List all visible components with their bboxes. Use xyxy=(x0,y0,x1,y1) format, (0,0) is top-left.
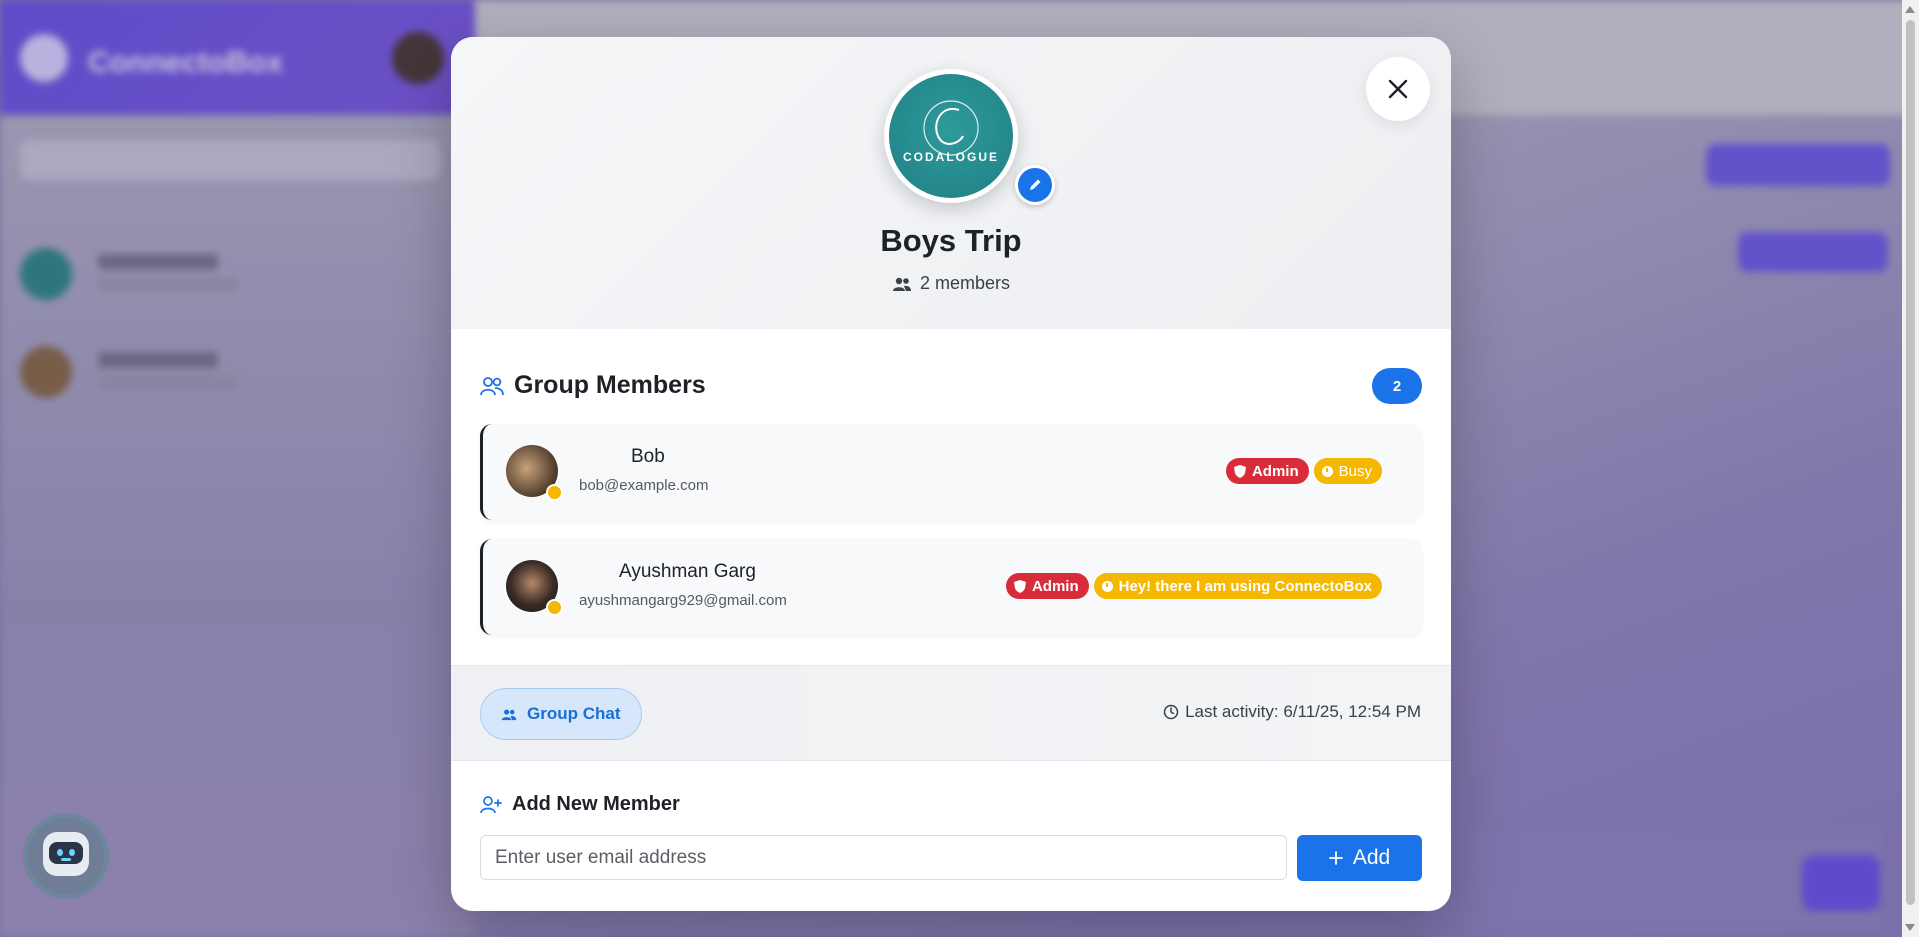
clock-icon xyxy=(1101,580,1113,592)
clock-icon xyxy=(1163,704,1179,720)
member-badges: Admin Hey! there I am using ConnectoBox xyxy=(1005,573,1382,599)
group-meta-bar: Group Chat Last activity: 6/11/25, 12:54… xyxy=(451,665,1451,761)
members-count-badge: 2 xyxy=(1372,368,1422,404)
member-name: Bob xyxy=(631,446,665,467)
clock-icon xyxy=(1321,465,1333,477)
status-badge: Hey! there I am using ConnectoBox xyxy=(1093,573,1382,599)
role-badge: Admin xyxy=(1225,458,1309,484)
group-chat-chip[interactable]: Group Chat xyxy=(480,688,642,740)
pencil-icon xyxy=(1030,179,1041,190)
status-indicator xyxy=(546,599,563,616)
scroll-down-arrow[interactable] xyxy=(1905,924,1915,931)
shield-icon xyxy=(1233,464,1246,478)
group-logo-text: CODALOGUE xyxy=(903,150,999,164)
member-badges: Admin Busy xyxy=(1225,458,1382,484)
chatbot-launcher[interactable] xyxy=(28,818,104,894)
user-plus-icon xyxy=(480,795,502,813)
plus-icon xyxy=(1328,851,1343,865)
member-email-input[interactable] xyxy=(480,835,1287,880)
group-members-icon xyxy=(480,376,504,395)
page-scrollbar[interactable] xyxy=(1902,0,1919,937)
member-email: ayushmangarg929@gmail.com xyxy=(579,592,787,609)
group-members-header: Group Members xyxy=(480,371,706,400)
edit-avatar-button[interactable] xyxy=(1015,165,1055,205)
member-count: 2 members xyxy=(451,273,1451,294)
member-count-label: 2 members xyxy=(919,273,1011,293)
scroll-up-arrow[interactable] xyxy=(1905,6,1915,13)
group-members-title: Group Members xyxy=(514,371,706,399)
group-name: Boys Trip xyxy=(880,223,1022,258)
status-badge: Busy xyxy=(1313,458,1382,484)
member-name: Ayushman Garg xyxy=(619,561,756,582)
last-activity: Last activity: 6/11/25, 12:54 PM xyxy=(1163,702,1421,722)
close-icon xyxy=(1388,79,1408,99)
member-email: bob@example.com xyxy=(579,477,709,494)
group-info-modal: CODALOGUE Boys Trip 2 members Group Memb… xyxy=(451,37,1451,911)
member-card[interactable]: Ayushman Garg ayushmangarg929@gmail.com … xyxy=(480,539,1422,635)
group-logo xyxy=(923,100,979,156)
add-member-header: Add New Member xyxy=(480,793,680,816)
add-member-title: Add New Member xyxy=(512,793,680,815)
bot-icon xyxy=(43,832,89,876)
add-member-button[interactable]: Add xyxy=(1297,835,1422,881)
last-activity-text: Last activity: 6/11/25, 12:54 PM xyxy=(1185,702,1421,721)
scroll-thumb[interactable] xyxy=(1906,20,1915,905)
shield-icon xyxy=(1013,579,1026,593)
member-card[interactable]: Bob bob@example.com Admin Busy xyxy=(480,424,1422,520)
group-avatar: CODALOGUE xyxy=(884,69,1018,203)
members-icon xyxy=(892,277,911,291)
members-icon xyxy=(501,709,517,720)
status-indicator xyxy=(546,484,563,501)
role-badge: Admin xyxy=(1005,573,1089,599)
group-chat-label: Group Chat xyxy=(527,704,621,723)
close-button[interactable] xyxy=(1366,57,1430,121)
add-button-label: Add xyxy=(1352,846,1391,869)
